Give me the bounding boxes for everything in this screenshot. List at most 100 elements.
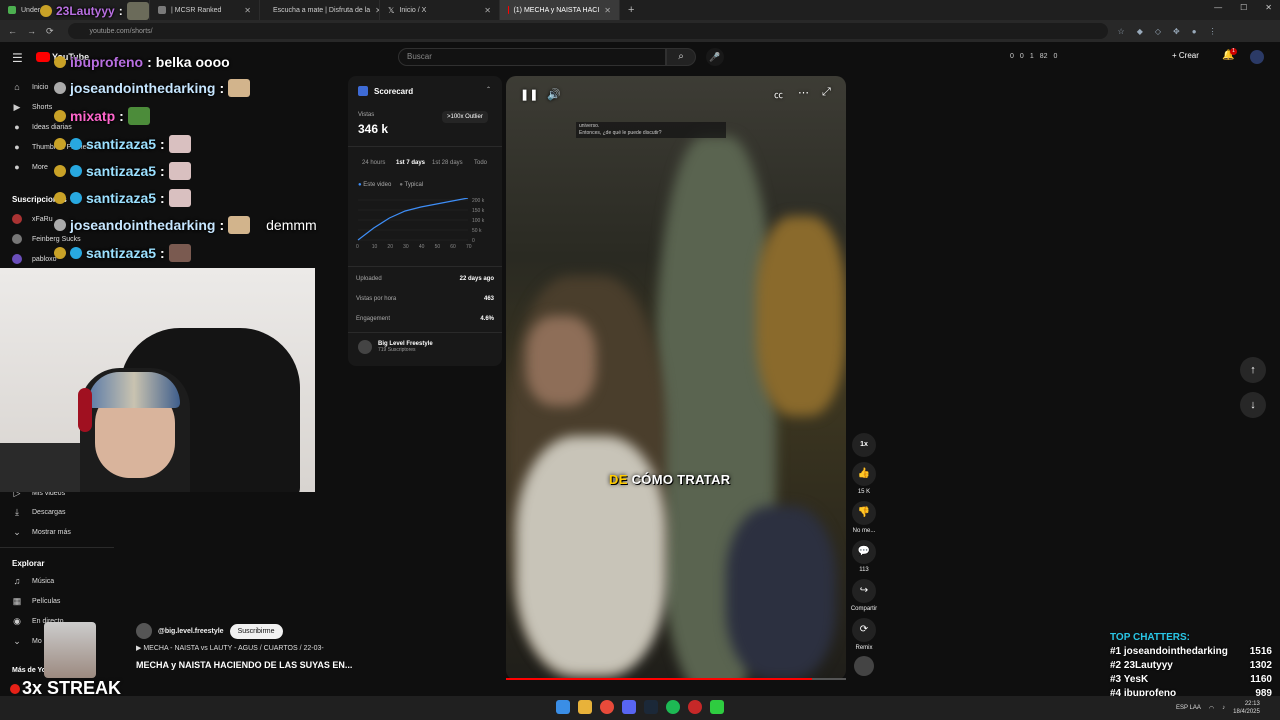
- avatar[interactable]: [136, 623, 152, 639]
- star-icon[interactable]: ☆: [1118, 27, 1125, 36]
- steam-icon[interactable]: [644, 700, 658, 714]
- hamburger-menu-icon[interactable]: ☰: [12, 51, 23, 65]
- sidebar-item-downloads[interactable]: ⤓ Descargas: [12, 507, 65, 518]
- kebab-menu-icon[interactable]: ⋮: [1209, 27, 1217, 36]
- subscription-item[interactable]: pabloxo: [12, 254, 57, 264]
- chat-colon: :: [219, 80, 225, 96]
- language-indicator[interactable]: ESP LAA: [1176, 705, 1201, 711]
- pause-icon[interactable]: ❚❚: [520, 88, 538, 101]
- extension-icon[interactable]: ◇: [1155, 27, 1161, 36]
- obs-icon[interactable]: [688, 700, 702, 714]
- browser-tab-active[interactable]: (1) MECHA y NAISTA HACI ✕: [500, 0, 620, 20]
- fullscreen-icon[interactable]: ⤢: [822, 86, 831, 99]
- subscription-item[interactable]: Feinberg Sucks: [12, 234, 81, 244]
- file-explorer-icon[interactable]: [578, 700, 592, 714]
- short-title[interactable]: MECHA y NAISTA HACIENDO DE LAS SUYAS EN.…: [136, 660, 352, 670]
- emote-icon: [228, 79, 251, 97]
- extension-icon[interactable]: ◆: [1137, 27, 1143, 36]
- song-row[interactable]: ▶ MECHA - NAISTA vs LAUTY - AGUS / CUART…: [136, 644, 324, 652]
- sidebar-item-more[interactable]: ● More: [12, 162, 48, 172]
- youtube-logo-icon[interactable]: [36, 52, 50, 62]
- avatar[interactable]: [1250, 50, 1264, 64]
- volume-tray-icon[interactable]: ♪: [1222, 705, 1225, 711]
- chatter-count: 1302: [1249, 660, 1272, 671]
- x-logo-icon: 𝕏: [388, 5, 395, 15]
- chat-username: ibuprofeno: [70, 54, 144, 70]
- sidebar-item-show-more[interactable]: ⌄ Mostrar más: [12, 527, 71, 538]
- close-icon[interactable]: ✕: [484, 6, 491, 15]
- new-tab-icon[interactable]: +: [620, 4, 642, 16]
- volume-icon[interactable]: 🔊: [547, 88, 561, 101]
- wifi-icon[interactable]: ◠: [1209, 705, 1214, 712]
- subscribe-button[interactable]: Suscribirme: [229, 623, 283, 639]
- scorecard-channel[interactable]: Big Level Freestyle 719 Suscriptores: [358, 340, 433, 354]
- download-icon: ⤓: [15, 507, 19, 517]
- chatter-name: joseandointhedarking: [1123, 646, 1228, 657]
- sidebar-item-films[interactable]: ▦ Películas: [12, 596, 61, 607]
- sidebar-item-label: More: [32, 163, 48, 171]
- comment-button[interactable]: 💬 113: [850, 540, 878, 573]
- next-short-button[interactable]: ↓: [1240, 392, 1266, 418]
- y-tick-label: 100 k: [472, 218, 485, 224]
- like-button[interactable]: 👍 15 K: [850, 462, 878, 495]
- browser-tab[interactable]: | MCSR Ranked ✕: [150, 0, 260, 20]
- speed-button[interactable]: 1x: [850, 433, 878, 460]
- discord-icon[interactable]: [622, 700, 636, 714]
- maximize-icon[interactable]: ☐: [1240, 3, 1247, 12]
- app-icon[interactable]: [710, 700, 724, 714]
- tab-todo[interactable]: Todo: [474, 160, 487, 166]
- tab-1st-7-days[interactable]: 1st 7 days: [396, 160, 425, 166]
- subtitle-box: universo. Entonces, ¿de qué le puede dis…: [576, 122, 726, 138]
- chevron-down-icon: ⌄: [13, 636, 21, 646]
- sidebar-item-more-explore[interactable]: ⌄ Mo: [12, 636, 42, 647]
- close-icon[interactable]: ✕: [244, 6, 251, 15]
- forward-icon[interactable]: →: [27, 26, 36, 36]
- spotify-icon[interactable]: [666, 700, 680, 714]
- reload-icon[interactable]: ⟳: [46, 26, 54, 37]
- windows-start-icon[interactable]: [556, 700, 570, 714]
- sidebar-item-music[interactable]: ♫ Música: [12, 576, 55, 586]
- captions-icon[interactable]: ㏄: [774, 88, 783, 101]
- subscription-item[interactable]: xFaRu: [12, 214, 53, 224]
- badge-icon: [54, 247, 66, 259]
- chrome-icon[interactable]: [600, 700, 614, 714]
- create-button[interactable]: + Crear: [1172, 51, 1199, 60]
- minimize-icon[interactable]: —: [1214, 3, 1222, 12]
- search-icon[interactable]: ⌕: [666, 48, 696, 66]
- channel-handle[interactable]: @big.level.freestyle: [158, 628, 224, 635]
- x-tick-label: 0: [356, 244, 359, 250]
- more-options-icon[interactable]: ⋯: [798, 86, 809, 99]
- remix-button[interactable]: ⟳ Remix: [850, 618, 878, 651]
- chatter-count: 1516: [1249, 646, 1272, 657]
- back-icon[interactable]: ←: [8, 26, 17, 36]
- search-input[interactable]: Buscar: [398, 48, 666, 66]
- previous-short-button[interactable]: ↑: [1240, 357, 1266, 383]
- create-label: Crear: [1178, 51, 1199, 60]
- tab-24-hours[interactable]: 24 hours: [362, 160, 385, 166]
- share-button[interactable]: ↪ Compartir: [850, 579, 878, 612]
- video-player[interactable]: [506, 76, 846, 680]
- chatter-count: 1160: [1250, 674, 1272, 685]
- sidebar-item-shorts[interactable]: ▶ Shorts: [12, 102, 53, 113]
- browser-tab[interactable]: 𝕏 Inicio / X ✕: [380, 0, 500, 20]
- audio-button[interactable]: [850, 656, 878, 679]
- url-field[interactable]: youtube.com/shorts/: [67, 23, 1108, 39]
- song-title: MECHA - NAISTA vs LAUTY - AGUS / CUARTOS…: [143, 645, 324, 652]
- chat-message: mixatp:: [54, 107, 150, 125]
- close-window-icon[interactable]: ✕: [1265, 3, 1272, 12]
- live-icon: ◉: [13, 616, 21, 626]
- sidebar-item-inicio[interactable]: ⌂ Inicio: [12, 82, 48, 92]
- chat-message: santizaza5:: [54, 162, 191, 180]
- sidebar-item-label: Películas: [32, 598, 61, 605]
- tab-1st-28-days[interactable]: 1st 28 days: [432, 160, 463, 166]
- badge-icon: [54, 110, 66, 122]
- profile-icon[interactable]: ●: [1192, 27, 1197, 36]
- plus-icon: +: [1172, 51, 1179, 60]
- dislike-button[interactable]: 👎 No me...: [850, 501, 878, 534]
- collapse-icon[interactable]: ⌃: [486, 86, 491, 93]
- puzzle-icon[interactable]: ✥: [1173, 27, 1180, 36]
- browser-tab[interactable]: Escucha a mate | Disfruta de la✕: [260, 0, 380, 20]
- close-icon[interactable]: ✕: [604, 6, 611, 15]
- mic-icon[interactable]: 🎤: [706, 48, 724, 66]
- clock[interactable]: 22:13 18/4/2025: [1233, 700, 1260, 716]
